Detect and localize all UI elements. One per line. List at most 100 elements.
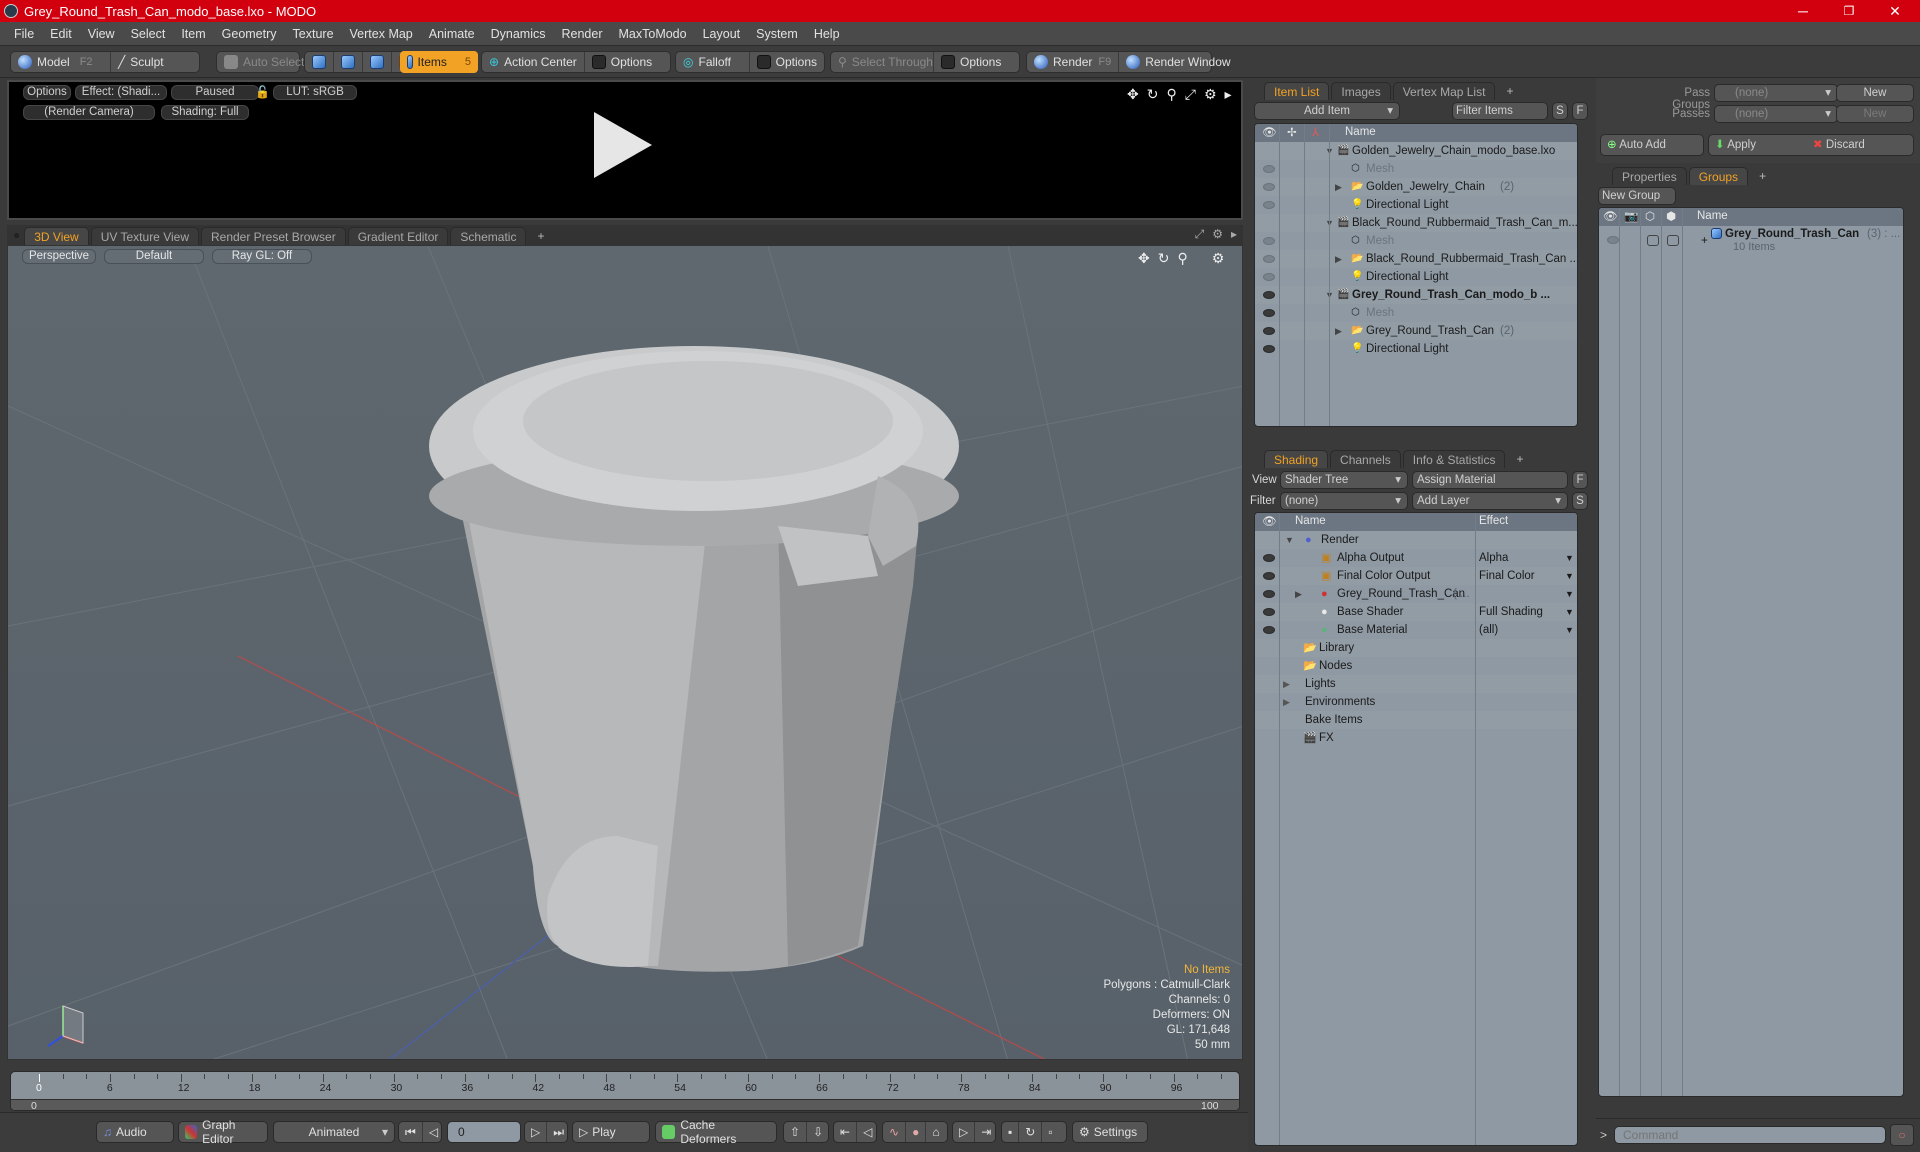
shader-row[interactable]: ● Base Material (all) ▼ [1255,621,1577,639]
f-button[interactable]: F [1572,471,1588,489]
menu-select[interactable]: Select [123,27,174,41]
pass-groups-dropdown[interactable]: (none) [1714,84,1838,102]
visibility-icon[interactable] [1263,273,1275,281]
tab-channels[interactable]: Channels [1330,450,1401,468]
frame-input[interactable]: 0 [447,1121,521,1143]
menu-texture[interactable]: Texture [285,27,342,41]
effect-dropdown-icon[interactable]: ▼ [1565,603,1574,621]
effect-dropdown[interactable]: Effect: (Shadi... [75,85,167,100]
visibility-icon[interactable] [1263,554,1275,562]
new-group-button[interactable]: New Group [1598,187,1676,205]
tab-info-statistics[interactable]: Info & Statistics [1402,450,1506,468]
projection-dropdown[interactable]: Perspective [22,249,96,264]
menu-view[interactable]: View [80,27,123,41]
sculpt-mode-button[interactable]: ╱ Sculpt [111,52,171,72]
go-to-start-button[interactable]: ⏮ [399,1122,423,1142]
apply-button[interactable]: ⬇ Apply [1715,139,1756,151]
gear-icon[interactable]: ⚙ [1212,227,1223,242]
squares-icon[interactable]: ▫ [1042,1122,1058,1142]
action-center-button[interactable]: ⊕ Action Center [482,52,585,72]
expand-icon[interactable]: + [1701,232,1708,250]
record-button[interactable]: ● [906,1122,927,1142]
tab-gradient-editor[interactable]: Gradient Editor [347,227,449,245]
f-button[interactable]: F [1572,102,1588,120]
shader-row[interactable]: 🎬 FX [1255,729,1577,747]
tab-properties[interactable]: Properties [1612,167,1687,185]
maximize-button[interactable]: ❐ [1826,0,1872,22]
select-through-options-button[interactable]: Options [934,52,1008,72]
lock-checkbox[interactable] [1647,235,1659,246]
play-button[interactable]: ▷ Play [572,1121,650,1143]
vertices-mode-button[interactable] [305,52,334,72]
edges-mode-button[interactable] [334,52,363,72]
new-pass-button[interactable]: New [1836,105,1914,123]
expand-icon[interactable]: ▶ [1283,675,1290,693]
collapse-icon[interactable]: ▼ [1285,531,1294,549]
visibility-icon[interactable] [1263,345,1275,353]
tab-schematic[interactable]: Schematic [450,227,527,245]
render-options-button[interactable]: Options [23,85,71,100]
select-through-button[interactable]: ⚲ Select Through [831,52,934,72]
last-key-button[interactable]: ⇥ [975,1122,997,1142]
next-key-button[interactable]: ▷ [525,1122,548,1142]
cube-key-icon[interactable]: ▪ [1002,1122,1020,1142]
minimize-button[interactable]: ─ [1780,0,1826,22]
expand-icon[interactable]: ▶ [1283,693,1290,711]
visibility-icon[interactable] [1263,291,1275,299]
render-window-button[interactable]: Render Window [1119,52,1237,72]
menu-vertex-map[interactable]: Vertex Map [342,27,421,41]
raygl-toggle[interactable]: Ray GL: Off [212,249,312,264]
menu-item[interactable]: Item [173,27,213,41]
model-mode-button[interactable]: Model F2 [11,52,111,72]
expand-icon[interactable]: ▶ [1335,322,1342,340]
loop-icon[interactable]: ↻ [1019,1122,1043,1142]
menu-maxtomodo[interactable]: MaxToModo [611,27,695,41]
add-tab-button[interactable]: + [1750,167,1775,185]
visibility-icon[interactable] [1263,608,1275,616]
add-tab-button[interactable]: + [1497,82,1522,100]
tab-groups[interactable]: Groups [1688,167,1749,185]
visibility-icon[interactable] [1263,237,1275,245]
go-to-end-button[interactable]: ⏭ [547,1122,570,1142]
shader-row[interactable]: ▶ Environments [1255,693,1577,711]
lock-icon[interactable]: 🔓 [255,85,270,99]
menu-layout[interactable]: Layout [695,27,749,41]
effect-dropdown-icon[interactable]: ▼ [1565,585,1574,603]
view-dropdown[interactable]: Shader Tree [1280,471,1408,489]
auto-key-icon[interactable]: ⌂ [926,1122,945,1142]
prev-frame-button[interactable]: ◁ [857,1122,878,1142]
lut-dropdown[interactable]: LUT: sRGB [273,85,357,100]
shader-row[interactable]: ▣ Alpha Output Alpha ▼ [1255,549,1577,567]
zoom-icon[interactable]: ⚲ [1166,86,1176,103]
pan-icon[interactable]: ✥ [1127,86,1139,103]
s-button[interactable]: S [1572,492,1588,510]
visibility-icon[interactable] [1263,626,1275,634]
shader-row[interactable]: 📂 Nodes [1255,657,1577,675]
pan-icon[interactable]: ✥ [1138,250,1150,267]
passes-dropdown[interactable]: (none) [1714,105,1838,123]
auto-select-button[interactable]: Auto Select [217,52,311,72]
add-layer-dropdown[interactable]: Add Layer [1412,492,1568,510]
assign-material-button[interactable]: Assign Material [1412,471,1568,489]
menu-help[interactable]: Help [806,27,848,41]
gear-icon[interactable]: ⚙ [1212,250,1225,267]
visibility-icon[interactable] [1263,165,1275,173]
auto-add-button[interactable]: ⊕ Auto Add [1600,134,1704,156]
visibility-icon[interactable] [1263,327,1275,335]
s-button[interactable]: S [1552,102,1568,120]
menu-dynamics[interactable]: Dynamics [483,27,554,41]
range-bar[interactable]: 0 100 [11,1099,1239,1110]
maximize-icon[interactable]: ⤢ [1185,86,1196,103]
visibility-icon[interactable] [1263,255,1275,263]
effect-dropdown-icon[interactable]: ▼ [1565,567,1574,585]
visibility-icon[interactable] [1263,590,1275,598]
shader-row[interactable]: ▼ ● Render [1255,531,1577,549]
shader-row[interactable]: Bake Items [1255,711,1577,729]
key-down-icon[interactable]: ⇩ [807,1122,829,1142]
effect-dropdown-icon[interactable]: ▼ [1565,549,1574,567]
menu-geometry[interactable]: Geometry [214,27,285,41]
first-key-button[interactable]: ⇤ [834,1122,858,1142]
paused-toggle[interactable]: Paused [171,85,259,100]
timeline-ruler[interactable]: 0 6 12 18 24 30 36 42 48 54 60 66 72 78 84 90 96 0 100 [10,1071,1240,1111]
visibility-icon[interactable] [1263,201,1275,209]
